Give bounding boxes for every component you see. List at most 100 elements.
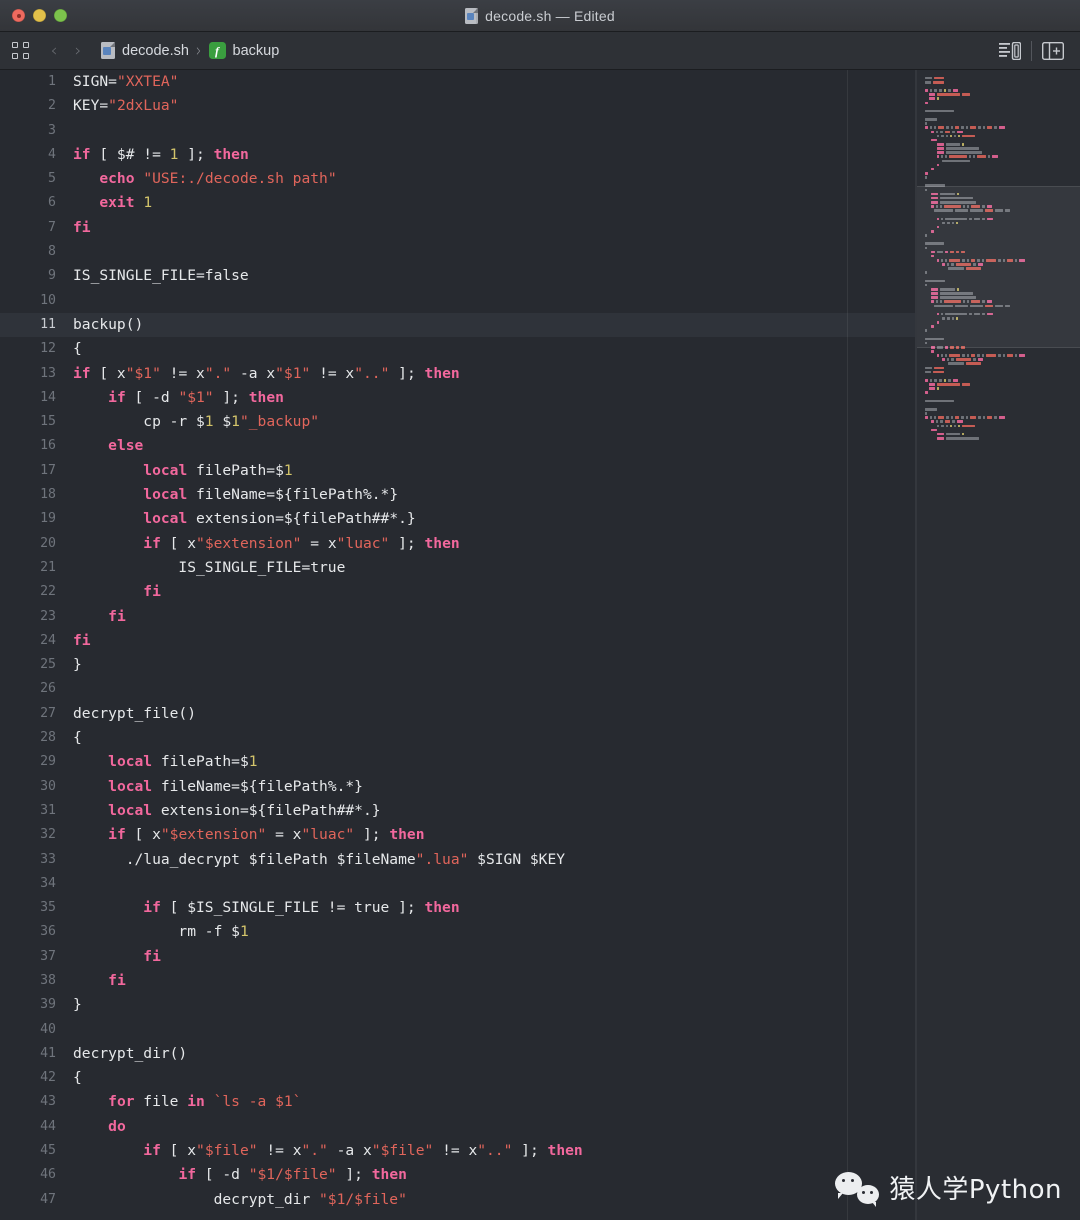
line-number: 20: [40, 535, 56, 551]
line-number: 3: [48, 122, 56, 138]
line-number: 27: [40, 705, 56, 721]
code-line[interactable]: 24 fi: [0, 629, 916, 653]
line-text: {: [73, 1069, 82, 1087]
line-text: {: [73, 729, 82, 747]
line-text: if [ $IS_SINGLE_FILE != true ]; then: [143, 899, 460, 917]
code-minimap[interactable]: [916, 70, 1080, 1220]
code-lines[interactable]: 1 SIGN="XXTEA" 2 KEY="2dxLua" 3 4 if [ $# != …: [0, 70, 916, 1212]
code-line[interactable]: 9 IS_SINGLE_FILE=false: [0, 264, 916, 288]
line-text: if [ -d "$1/$file" ]; then: [178, 1166, 407, 1184]
line-text: backup(): [73, 315, 144, 333]
line-number: 45: [40, 1143, 56, 1159]
code-line[interactable]: 30 local fileName=${filePath%.*}: [0, 775, 916, 799]
code-line[interactable]: 36 rm -f $1: [0, 920, 916, 944]
chevron-left-icon[interactable]: ‹: [43, 40, 65, 62]
code-line[interactable]: 2 KEY="2dxLua": [0, 94, 916, 118]
line-text: ./lua_decrypt $filePath $fileName".lua" …: [73, 850, 566, 868]
code-editor[interactable]: 1 SIGN="XXTEA" 2 KEY="2dxLua" 3 4 if [ $# != …: [0, 70, 916, 1220]
code-line[interactable]: 10: [0, 289, 916, 313]
line-number: 30: [40, 778, 56, 794]
code-line[interactable]: 38 fi: [0, 969, 916, 993]
document-icon: [465, 7, 479, 24]
grid-navigator-icon[interactable]: [12, 42, 29, 59]
split-editor-plus-icon: [1042, 41, 1064, 60]
close-button[interactable]: [12, 9, 25, 22]
breadcrumb-item-function[interactable]: f backup: [208, 42, 279, 59]
function-f-icon: f: [208, 42, 226, 59]
code-line[interactable]: 13 if [ x"$1" != x"." -a x"$1" != x".." ]…: [0, 362, 916, 386]
window-titlebar: decode.sh — Edited: [0, 0, 1080, 32]
code-line[interactable]: 28 {: [0, 726, 916, 750]
line-text: fi: [108, 607, 126, 625]
line-text: else: [108, 437, 144, 455]
line-text: decrypt_file(): [73, 704, 197, 722]
chevron-right-icon[interactable]: ›: [67, 40, 89, 62]
line-number: 4: [48, 146, 56, 162]
code-line[interactable]: 8: [0, 240, 916, 264]
code-line[interactable]: 35 if [ $IS_SINGLE_FILE != true ]; then: [0, 896, 916, 920]
code-line[interactable]: 34: [0, 872, 916, 896]
code-line[interactable]: 40: [0, 1018, 916, 1042]
line-text: fi: [108, 971, 126, 989]
split-editor-button[interactable]: [1036, 38, 1070, 64]
code-line[interactable]: 29 local filePath=$1: [0, 750, 916, 774]
code-line[interactable]: 20 if [ x"$extension" = x"luac" ]; then: [0, 532, 916, 556]
line-number: 35: [40, 900, 56, 916]
toolbar-left-group: ‹ › decode.sh › f backup: [12, 40, 279, 62]
minimap-line: [917, 436, 1080, 440]
line-number: 5: [48, 171, 56, 187]
editor-toolbar: ‹ › decode.sh › f backup: [0, 32, 1080, 70]
code-line[interactable]: 22 fi: [0, 580, 916, 604]
editor-body: 1 SIGN="XXTEA" 2 KEY="2dxLua" 3 4 if [ $# != …: [0, 70, 1080, 1220]
line-number: 29: [40, 754, 56, 770]
line-number: 32: [40, 827, 56, 843]
code-line[interactable]: 3: [0, 119, 916, 143]
code-line[interactable]: 17 local filePath=$1: [0, 459, 916, 483]
code-line[interactable]: 6 exit 1: [0, 191, 916, 215]
code-line[interactable]: 5 echo "USE:./decode.sh path": [0, 167, 916, 191]
code-line[interactable]: 23 fi: [0, 605, 916, 629]
code-line[interactable]: 33 ./lua_decrypt $filePath $fileName".lu…: [0, 848, 916, 872]
code-line[interactable]: 32 if [ x"$extension" = x"luac" ]; then: [0, 823, 916, 847]
line-text: for file in `ls -a $1`: [108, 1093, 302, 1111]
code-line[interactable]: 37 fi: [0, 945, 916, 969]
code-line[interactable]: 39}: [0, 993, 916, 1017]
line-text: fi: [143, 583, 161, 601]
code-line[interactable]: 14 if [ -d "$1" ]; then: [0, 386, 916, 410]
line-number: 12: [40, 341, 56, 357]
breadcrumb-item-file[interactable]: decode.sh: [101, 42, 189, 59]
code-line[interactable]: 43 for file in `ls -a $1`: [0, 1090, 916, 1114]
code-line[interactable]: 12 {: [0, 337, 916, 361]
code-line[interactable]: 11 backup(): [0, 312, 916, 338]
code-line[interactable]: 16 else: [0, 434, 916, 458]
code-line[interactable]: 41 decrypt_dir(): [0, 1042, 916, 1066]
code-line[interactable]: 4 if [ $# != 1 ]; then: [0, 143, 916, 167]
code-line[interactable]: 31 local extension=${filePath##*.}: [0, 799, 916, 823]
code-line[interactable]: 7 fi: [0, 216, 916, 240]
minimap-toggle-button[interactable]: [993, 38, 1027, 64]
line-number: 34: [40, 875, 56, 891]
code-line[interactable]: 45 if [ x"$file" != x"." -a x"$file" != …: [0, 1139, 916, 1163]
code-line[interactable]: 44 do: [0, 1115, 916, 1139]
minimize-button[interactable]: [33, 9, 46, 22]
toolbar-divider: [1031, 40, 1032, 61]
line-text: [56, 289, 82, 313]
code-line[interactable]: 15 cp -r $1 $1"_backup": [0, 410, 916, 434]
line-text: fi: [143, 947, 161, 965]
code-line[interactable]: 25}: [0, 653, 916, 677]
line-number: 43: [40, 1094, 56, 1110]
code-line[interactable]: 21 IS_SINGLE_FILE=true: [0, 556, 916, 580]
zoom-button[interactable]: [54, 9, 67, 22]
line-text: local fileName=${filePath%.*}: [108, 777, 363, 795]
watermark: 猿人学Python: [835, 1169, 1062, 1207]
line-text: fi: [73, 218, 91, 236]
line-number: 13: [40, 365, 56, 381]
code-line[interactable]: 18 local fileName=${filePath%.*}: [0, 483, 916, 507]
code-line[interactable]: 27 decrypt_file(): [0, 702, 916, 726]
code-line[interactable]: 42 {: [0, 1066, 916, 1090]
code-line[interactable]: 46 if [ -d "$1/$file" ]; then: [0, 1163, 916, 1187]
code-line[interactable]: 26: [0, 677, 916, 701]
code-line[interactable]: 47 decrypt_dir "$1/$file": [0, 1188, 916, 1212]
code-line[interactable]: 19 local extension=${filePath##*.}: [0, 507, 916, 531]
code-line[interactable]: 1 SIGN="XXTEA": [0, 70, 916, 94]
